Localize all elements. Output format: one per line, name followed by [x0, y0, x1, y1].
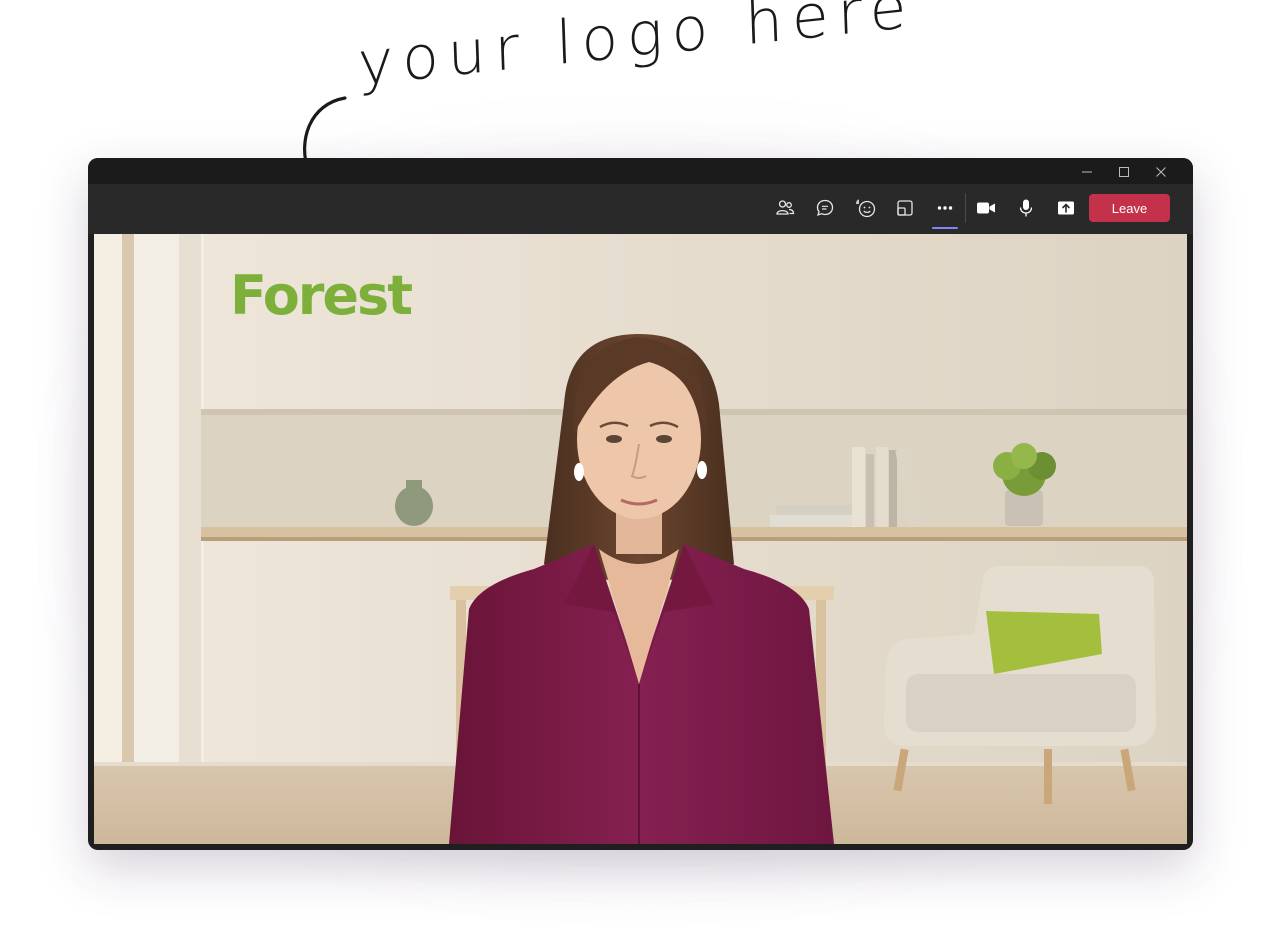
forest-logo: Forest — [230, 264, 413, 327]
chat-button[interactable] — [805, 193, 845, 223]
share-button[interactable] — [1046, 193, 1086, 223]
title-bar — [88, 158, 1193, 184]
minimize-icon — [1081, 171, 1092, 173]
rooms-button[interactable] — [885, 193, 925, 223]
rooms-icon — [897, 200, 913, 216]
more-icon — [937, 206, 953, 210]
chat-icon — [816, 199, 834, 217]
react-button[interactable] — [845, 193, 885, 223]
people-icon — [776, 200, 795, 215]
react-icon — [856, 199, 876, 218]
minimize-button[interactable] — [1068, 162, 1105, 182]
maximize-button[interactable] — [1105, 162, 1142, 182]
meeting-toolbar: Leave — [88, 184, 1193, 234]
maximize-icon — [1118, 167, 1129, 177]
camera-button[interactable] — [966, 193, 1006, 223]
handwritten-annotation: your logo here — [357, 0, 917, 123]
mic-button[interactable] — [1006, 193, 1046, 223]
close-icon — [1155, 167, 1166, 177]
video-feed: Forest — [94, 234, 1187, 844]
close-button[interactable] — [1142, 162, 1179, 182]
mic-icon — [1019, 199, 1033, 217]
share-icon — [1058, 201, 1074, 215]
annotation-text: your logo here — [356, 0, 917, 100]
leave-button[interactable]: Leave — [1089, 194, 1170, 222]
people-button[interactable] — [765, 193, 805, 223]
meeting-window: Leave Forest — [88, 158, 1193, 850]
more-button[interactable] — [925, 193, 965, 229]
camera-icon — [977, 202, 995, 214]
